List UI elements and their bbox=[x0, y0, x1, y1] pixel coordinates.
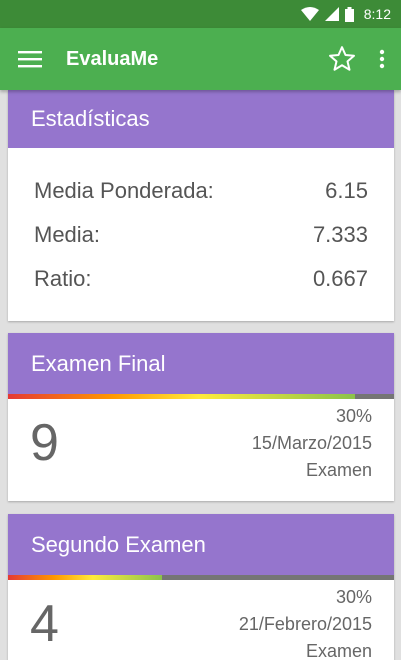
statistics-card: Estadísticas Media Ponderada: 6.15 Media… bbox=[8, 90, 394, 321]
stat-value: 6.15 bbox=[325, 178, 368, 203]
more-options-button[interactable] bbox=[363, 28, 401, 90]
hamburger-menu-icon bbox=[18, 51, 42, 68]
exam-type: Examen bbox=[305, 460, 372, 480]
status-bar: 8:12 bbox=[0, 0, 401, 28]
exam-date: 15/Marzo/2015 bbox=[251, 433, 372, 453]
star-outline-icon bbox=[329, 46, 355, 71]
stat-value: 0.667 bbox=[312, 266, 368, 291]
stat-value: 7.333 bbox=[312, 222, 368, 247]
stat-label: Ratio: bbox=[34, 266, 92, 291]
app-bar: EvaluaMe bbox=[0, 28, 401, 90]
battery-icon bbox=[344, 6, 354, 22]
exam-type: Examen bbox=[305, 641, 372, 660]
favorite-button[interactable] bbox=[321, 28, 363, 90]
stat-label: Media: bbox=[34, 222, 101, 247]
statistics-title: Estadísticas bbox=[8, 90, 394, 148]
status-time: 8:12 bbox=[363, 6, 391, 22]
content-list[interactable]: Estadísticas Media Ponderada: 6.15 Media… bbox=[0, 90, 401, 660]
exam-weight: 30% bbox=[335, 587, 372, 607]
menu-button[interactable] bbox=[0, 28, 60, 90]
stat-row-weighted-mean: Media Ponderada: 6.15 bbox=[34, 178, 368, 204]
exam-card[interactable]: Examen Final 9 30% 15/Marzo/2015 Examen bbox=[8, 333, 394, 501]
exam-title: Examen Final bbox=[8, 333, 394, 394]
more-vertical-icon bbox=[379, 49, 385, 69]
exam-grade: 9 bbox=[30, 414, 59, 472]
exam-date: 21/Febrero/2015 bbox=[238, 614, 372, 634]
stat-row-mean: Media: 7.333 bbox=[34, 222, 368, 248]
stat-row-ratio: Ratio: 0.667 bbox=[34, 266, 368, 292]
exam-card[interactable]: Segundo Examen 4 30% 21/Febrero/2015 Exa… bbox=[8, 514, 394, 660]
wifi-icon bbox=[300, 7, 319, 21]
exam-grade: 4 bbox=[30, 595, 59, 653]
cell-signal-icon bbox=[324, 7, 339, 21]
exam-weight: 30% bbox=[335, 406, 372, 426]
exam-title: Segundo Examen bbox=[8, 514, 394, 575]
app-title: EvaluaMe bbox=[66, 47, 159, 70]
stat-label: Media Ponderada: bbox=[34, 178, 214, 203]
